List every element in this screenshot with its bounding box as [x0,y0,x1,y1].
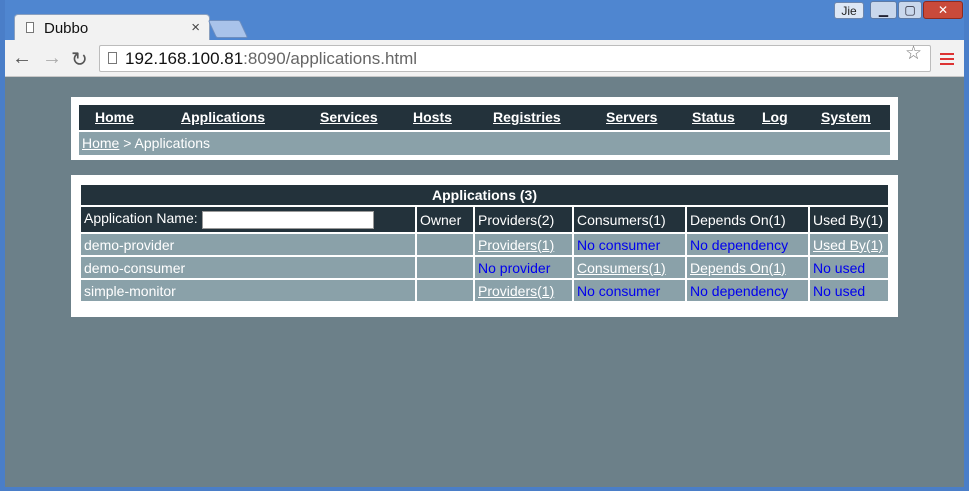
applications-table: Applications (3) Application Name: Owner… [79,183,890,303]
cell-used-by: No used [808,278,890,303]
depends-on-link[interactable]: Depends On(1) [690,260,786,276]
cell-application-name: demo-consumer [79,255,417,280]
tab-close-icon[interactable]: × [191,19,200,36]
applications-panel: Applications (3) Application Name: Owner… [71,175,898,317]
consumers-link[interactable]: Consumers(1) [577,260,666,276]
breadcrumb-current: Applications [134,135,211,151]
minimize-button[interactable]: ▁ [870,1,897,19]
header-consumers: Consumers(1) [572,205,687,234]
url-path: :8090/applications.html [243,49,418,68]
cell-providers: Providers(1) [473,278,574,303]
table-row: demo-provider Providers(1) No consumer N… [79,232,890,257]
menu-applications[interactable]: Applications [181,109,265,125]
navigation-panel: Home Applications Services Hosts Registr… [71,97,898,160]
cell-depends-on: Depends On(1) [685,255,810,280]
header-providers: Providers(2) [473,205,574,234]
no-used-text: No used [813,282,866,299]
menu-registries[interactable]: Registries [493,109,561,125]
window-titlebar: Dubbo × Jie ▁ ▢ ✕ [0,0,969,40]
address-bar[interactable]: 192.168.100.81:8090/applications.html [99,45,931,72]
table-row: demo-consumer No provider Consumers(1) D… [79,255,890,280]
tab-title: Dubbo [44,20,89,37]
cell-application-name: demo-provider [79,232,417,257]
maximize-button[interactable]: ▢ [898,1,922,19]
menu-servers[interactable]: Servers [606,109,657,125]
no-used-text: No used [813,259,866,276]
used-by-link[interactable]: Used By(1) [813,237,883,253]
menu-services[interactable]: Services [320,109,378,125]
menu-home[interactable]: Home [95,109,134,125]
bookmark-star-icon[interactable]: ☆ [905,42,922,65]
url-host: 192.168.100.81 [125,49,244,68]
profile-button[interactable]: Jie [834,2,864,19]
menu-status[interactable]: Status [692,109,735,125]
browser-tab[interactable]: Dubbo × [14,14,210,40]
back-arrow-icon[interactable]: ← [12,47,32,70]
providers-link[interactable]: Providers(1) [478,283,554,299]
menu-icon[interactable] [940,53,954,68]
cell-application-name: simple-monitor [79,278,417,303]
header-owner: Owner [415,205,475,234]
page-icon [26,22,34,33]
no-consumer-text: No consumer [577,236,661,253]
no-consumer-text: No consumer [577,282,661,299]
cell-consumers: No consumer [572,232,687,257]
cell-consumers: Consumers(1) [572,255,687,280]
menu-hosts[interactable]: Hosts [413,109,452,125]
main-menu: Home Applications Services Hosts Registr… [79,105,890,130]
new-tab-button[interactable] [207,20,249,38]
reload-icon[interactable]: ↻ [71,47,88,72]
cell-consumers: No consumer [572,278,687,303]
breadcrumb: Home > Applications [79,132,890,155]
forward-arrow-icon[interactable]: → [42,47,62,70]
no-provider-text: No provider [478,259,551,276]
menu-log[interactable]: Log [762,109,788,125]
cell-owner [415,278,475,303]
providers-link[interactable]: Providers(1) [478,237,554,253]
close-window-button[interactable]: ✕ [923,1,963,19]
menu-system[interactable]: System [821,109,871,125]
cell-depends-on: No dependency [685,232,810,257]
table-row: simple-monitor Providers(1) No consumer … [79,278,890,303]
breadcrumb-separator: > [119,135,135,151]
cell-used-by: No used [808,255,890,280]
application-name-input[interactable] [201,210,374,229]
browser-toolbar: ← → ↻ 192.168.100.81:8090/applications.h… [0,40,969,77]
url-text[interactable]: 192.168.100.81:8090/applications.html [125,49,417,69]
no-dependency-text: No dependency [690,282,789,299]
page-icon [108,52,117,64]
app-name-label: Application Name: [84,210,198,227]
breadcrumb-home[interactable]: Home [82,135,119,151]
cell-providers: No provider [473,255,574,280]
table-caption: Applications (3) [79,183,890,207]
header-application-name: Application Name: [79,205,417,234]
header-depends-on: Depends On(1) [685,205,810,234]
cell-owner [415,232,475,257]
table-header-row: Application Name: Owner Providers(2) Con… [79,205,890,234]
page-content: Home Applications Services Hosts Registr… [5,77,964,487]
cell-depends-on: No dependency [685,278,810,303]
cell-used-by: Used By(1) [808,232,890,257]
no-dependency-text: No dependency [690,236,789,253]
cell-providers: Providers(1) [473,232,574,257]
header-used-by: Used By(1) [808,205,890,234]
cell-owner [415,255,475,280]
